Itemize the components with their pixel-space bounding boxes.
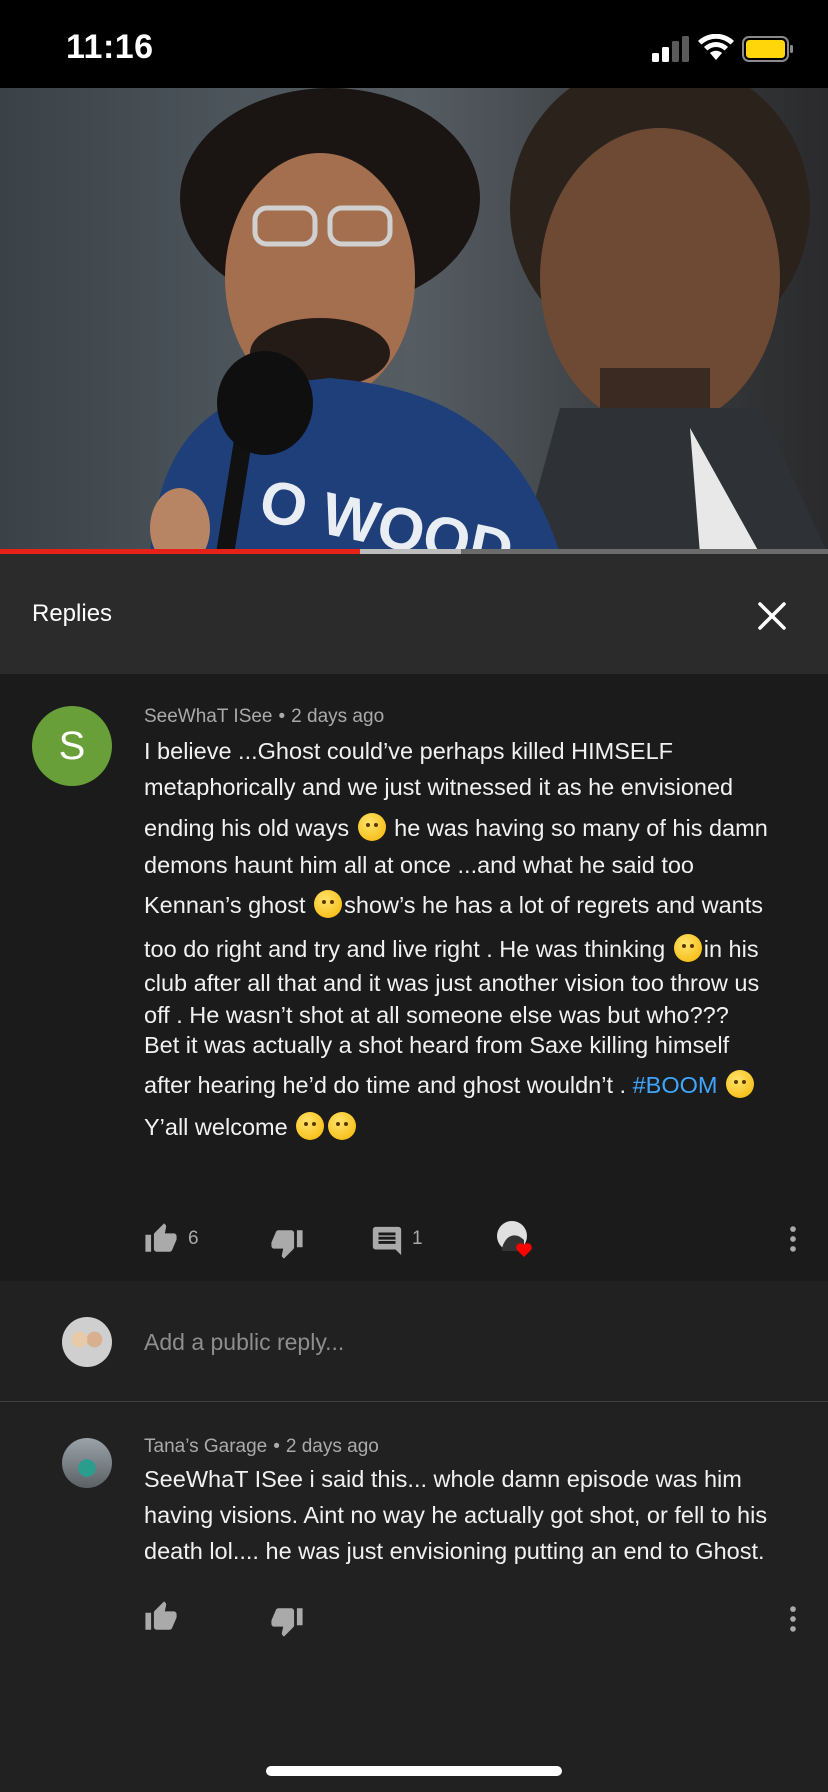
comment-meta: SeeWhaT ISee • 2 days ago [144, 706, 384, 728]
wink-emoji-icon [726, 1070, 755, 1098]
comment-line: SeeWhaT ISee i said this... whole damn e… [144, 1466, 742, 1492]
thumb-down-icon[interactable] [270, 1226, 304, 1260]
home-indicator[interactable] [266, 1766, 562, 1776]
comment-text-span: Kennan’s ghost [144, 892, 306, 918]
reply-input[interactable]: Add a public reply... [144, 1329, 344, 1356]
comment-author[interactable]: Tana’s Garage [144, 1436, 267, 1457]
comment-text-span: after hearing he’d do time and ghost wou… [144, 1072, 627, 1098]
like-count: 6 [188, 1228, 199, 1249]
battery-icon [742, 36, 793, 62]
comment-line: Bet it was actually a shot heard from Sa… [144, 1032, 730, 1058]
comment-time: 2 days ago [291, 706, 385, 727]
comment-text-span: show’s he has a lot of regrets and wants [344, 892, 764, 918]
comment-line: after hearing he’d do time and ghost wou… [144, 1070, 756, 1099]
monocle-emoji-icon [357, 813, 386, 841]
comment-text-span: too do right and try and live right . He… [144, 936, 666, 962]
more-vert-icon[interactable] [776, 1222, 810, 1256]
comment-icon[interactable] [370, 1224, 404, 1258]
hashtag-link[interactable]: #BOOM [633, 1072, 718, 1098]
reply-input-row[interactable]: Add a public reply... [0, 1281, 828, 1402]
replies-title: Replies [32, 600, 113, 627]
wifi-icon [698, 34, 734, 60]
thinking-emoji-icon [314, 890, 343, 918]
avatar[interactable]: S [32, 706, 112, 786]
thinking-emoji-icon [673, 934, 702, 962]
user-avatar [62, 1317, 112, 1367]
meta-separator: • [278, 706, 286, 727]
comment-line: ending his old ways he was having so man… [144, 813, 768, 842]
comment-line: demons haunt him all at once ...and what… [144, 852, 694, 878]
comment-line: having visions. Aint no way he actually … [144, 1502, 768, 1528]
comment-text-span: Y’all welcome [144, 1114, 288, 1140]
more-vert-icon[interactable] [776, 1602, 810, 1636]
meta-separator: • [273, 1436, 280, 1457]
reply-comment: Tana’s Garage • 2 days ago SeeWhaT ISee i … [0, 1402, 828, 1792]
comment-text-span: he was having so many of his damn [394, 815, 768, 841]
comment-line: club after all that and it was just anot… [144, 970, 760, 996]
smirk-emoji-icon [296, 1112, 325, 1140]
close-icon[interactable] [748, 592, 796, 640]
status-time: 11:16 [66, 28, 154, 66]
comment-line: Kennan’s ghost show’s he has a lot of re… [144, 890, 763, 919]
thumb-up-icon[interactable] [144, 1222, 178, 1256]
video-frame: O WOOD [150, 88, 828, 554]
comment-line: too do right and try and live right . He… [144, 934, 759, 963]
creator-heart-icon [497, 1221, 532, 1257]
comment-author[interactable]: SeeWhaT ISee [144, 706, 273, 727]
signal-icon [652, 36, 689, 62]
comment-actions [144, 1592, 804, 1642]
replies-header: Replies [0, 554, 828, 674]
comment-text-span: in his [703, 936, 759, 962]
main-comment: S SeeWhaT ISee • 2 days ago I believe ...G… [0, 674, 828, 1281]
comment-line: death lol.... he was just envisioning pu… [144, 1538, 765, 1564]
thumb-down-icon[interactable] [270, 1604, 304, 1638]
thumb-up-icon[interactable] [144, 1600, 178, 1634]
comment-line: Y’all welcome [144, 1112, 358, 1141]
comment-text-span: ending his old ways [144, 815, 350, 841]
reply-count: 1 [412, 1228, 423, 1249]
video-player[interactable]: O WOOD [0, 88, 828, 554]
grin-emoji-icon [328, 1112, 357, 1140]
comment-line: off . He wasn’t shot at all someone else… [144, 1002, 729, 1028]
comment-line: I believe ...Ghost could’ve perhaps kill… [144, 738, 674, 764]
comment-meta: Tana’s Garage • 2 days ago [144, 1436, 379, 1458]
comment-actions: 6 1 [144, 1214, 804, 1264]
comment-line: metaphorically and we just witnessed it … [144, 774, 734, 800]
status-bar: 11:16 [0, 0, 828, 88]
comment-time: 2 days ago [285, 1436, 379, 1457]
avatar[interactable] [62, 1438, 112, 1488]
